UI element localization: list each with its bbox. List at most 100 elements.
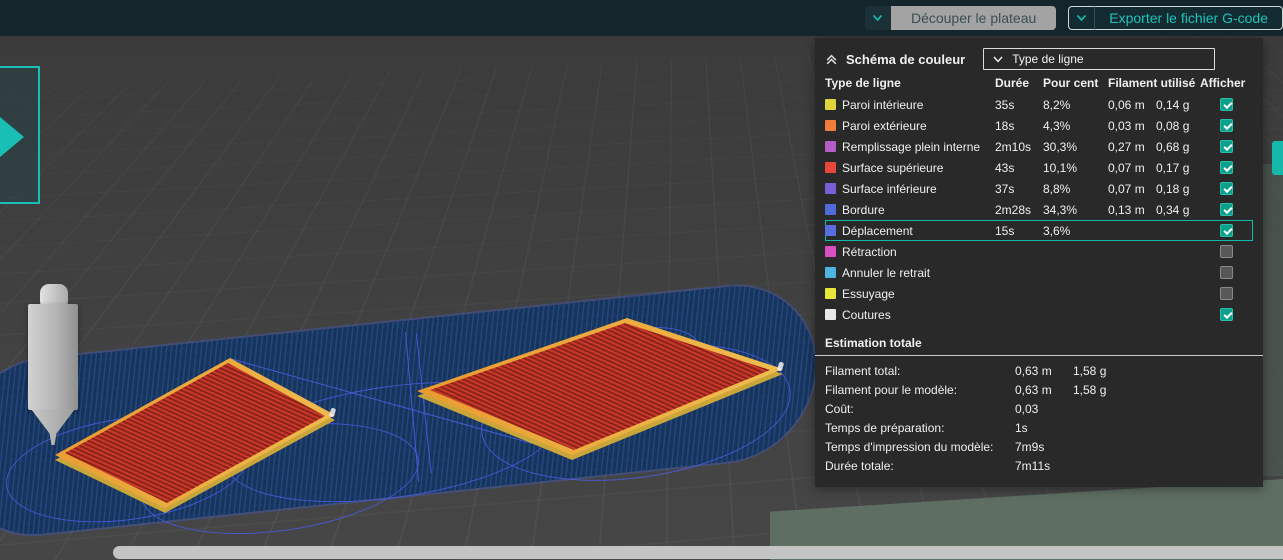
line-type-row[interactable]: Remplissage plein interne 2m10s 30,3% 0,…: [825, 136, 1253, 157]
line-type-row[interactable]: Surface supérieure 43s 10,1% 0,07 m 0,17…: [825, 157, 1253, 178]
totals-row: Filament total: 0,63 m 1,58 g: [825, 361, 1253, 380]
printed-model-right[interactable]: [410, 314, 790, 464]
visibility-checkbox[interactable]: [1220, 182, 1233, 195]
visibility-checkbox[interactable]: [1220, 266, 1233, 279]
line-type-row[interactable]: Paroi intérieure 35s 8,2% 0,06 m 0,14 g: [825, 94, 1253, 115]
line-percent: 10,1%: [1043, 160, 1078, 175]
view-type-value: Type de ligne: [1012, 52, 1084, 66]
slice-button-group: Découper le plateau: [864, 6, 1057, 30]
totals-label: Temps d'impression du modèle:: [825, 439, 994, 454]
totals-value-primary: 7m9s: [1015, 439, 1045, 454]
line-filament-length: 0,06 m: [1108, 97, 1145, 112]
line-type-cell: Rétraction: [825, 245, 995, 259]
column-header-filament: Filament utilisé: [1108, 76, 1196, 90]
collapse-panel-icon[interactable]: [825, 53, 838, 66]
line-type-label: Remplissage plein interne: [842, 139, 981, 154]
panel-header: Schéma de couleur Type de ligne: [825, 46, 1253, 72]
line-type-row[interactable]: Rétraction: [825, 241, 1253, 262]
totals-label: Temps de préparation:: [825, 420, 945, 435]
line-percent: 8,8%: [1043, 181, 1071, 196]
slice-options-chevron-button[interactable]: [864, 6, 891, 30]
view-type-dropdown[interactable]: Type de ligne: [983, 48, 1216, 70]
printed-model-left[interactable]: [50, 354, 350, 519]
column-header-type: Type de ligne: [825, 76, 901, 90]
visibility-checkbox[interactable]: [1220, 224, 1233, 237]
offscreen-object-outline[interactable]: [0, 66, 40, 204]
line-filament-weight: 0,17 g: [1156, 160, 1190, 175]
line-type-row[interactable]: Bordure 2m28s 34,3% 0,13 m 0,34 g: [825, 199, 1253, 220]
visibility-cell: [1200, 287, 1253, 300]
totals-value-primary: 1s: [1015, 420, 1028, 435]
visibility-checkbox[interactable]: [1220, 161, 1233, 174]
line-color-swatch: [825, 183, 836, 194]
visibility-checkbox[interactable]: [1220, 98, 1233, 111]
line-type-row[interactable]: Paroi extérieure 18s 4,3% 0,03 m 0,08 g: [825, 115, 1253, 136]
visibility-checkbox[interactable]: [1220, 119, 1233, 132]
line-type-row[interactable]: Annuler le retrait: [825, 262, 1253, 283]
simulation-path-slider[interactable]: [113, 546, 1283, 559]
panel-title: Schéma de couleur: [846, 51, 966, 67]
totals-value-secondary: 1,58 g: [1073, 363, 1107, 378]
line-duration: 18s: [995, 118, 1015, 133]
totals-row: Temps d'impression du modèle: 7m9s: [825, 437, 1253, 456]
totals-value-secondary: 1,58 g: [1073, 382, 1107, 397]
line-type-row[interactable]: Déplacement 15s 3,6%: [825, 220, 1253, 241]
line-filament-length: 0,27 m: [1108, 139, 1145, 154]
line-type-cell: Surface inférieure: [825, 182, 995, 196]
line-color-swatch: [825, 309, 836, 320]
line-type-label: Surface inférieure: [842, 181, 937, 196]
visibility-checkbox[interactable]: [1220, 308, 1233, 321]
totals-value-primary: 0,63 m: [1015, 382, 1052, 397]
line-duration: 15s: [995, 223, 1015, 238]
slice-plate-button[interactable]: Découper le plateau: [890, 6, 1057, 30]
totals-row: Filament pour le modèle: 0,63 m 1,58 g: [825, 380, 1253, 399]
model-infill-surface: [65, 363, 325, 503]
object-arrow-icon: [0, 112, 24, 162]
line-color-swatch: [825, 141, 836, 152]
column-header-show: Afficher: [1200, 76, 1246, 90]
visibility-cell: [1200, 308, 1253, 321]
visibility-cell: [1200, 182, 1253, 195]
visibility-cell: [1200, 224, 1253, 237]
export-gcode-button[interactable]: Exporter le fichier G-code: [1094, 6, 1283, 30]
visibility-checkbox[interactable]: [1220, 287, 1233, 300]
line-duration: 37s: [995, 181, 1015, 196]
totals-label: Filament total:: [825, 363, 901, 378]
visibility-cell: [1200, 203, 1253, 216]
line-color-swatch: [825, 225, 836, 236]
totals-row: Coût: 0,03: [825, 399, 1253, 418]
line-type-label: Surface supérieure: [842, 160, 944, 175]
line-type-cell: Déplacement: [825, 224, 995, 238]
line-percent: 4,3%: [1043, 118, 1071, 133]
totals-row: Temps de préparation: 1s: [825, 418, 1253, 437]
visibility-cell: [1200, 245, 1253, 258]
visibility-checkbox[interactable]: [1220, 140, 1233, 153]
line-filament-weight: 0,14 g: [1156, 97, 1190, 112]
totals-value-primary: 7m11s: [1015, 458, 1051, 473]
totals-table: Filament total: 0,63 m 1,58 g Filament p…: [825, 361, 1253, 475]
visibility-checkbox[interactable]: [1220, 203, 1233, 216]
line-type-row[interactable]: Surface inférieure 37s 8,8% 0,07 m 0,18 …: [825, 178, 1253, 199]
line-type-cell: Coutures: [825, 308, 995, 322]
line-type-row[interactable]: Essuyage: [825, 283, 1253, 304]
line-type-label: Annuler le retrait: [842, 265, 931, 280]
cura-preview-window: { "topbar": { "slice_button_label": "Déc…: [0, 0, 1283, 560]
printhead-nozzle: [31, 409, 75, 445]
totals-label: Durée totale:: [825, 458, 894, 473]
line-type-label: Essuyage: [842, 286, 895, 301]
line-color-swatch: [825, 120, 836, 131]
line-type-row[interactable]: Coutures: [825, 304, 1253, 325]
chevron-down-icon: [1077, 14, 1087, 22]
layer-slider-handle[interactable]: [1272, 141, 1283, 175]
line-type-cell: Paroi extérieure: [825, 119, 995, 133]
chevron-down-icon: [993, 56, 1003, 63]
line-percent: 8,2%: [1043, 97, 1071, 112]
line-filament-length: 0,03 m: [1108, 118, 1145, 133]
column-header-percent: Pour cent: [1043, 76, 1099, 90]
line-type-cell: Paroi intérieure: [825, 98, 995, 112]
line-filament-weight: 0,18 g: [1156, 181, 1190, 196]
visibility-checkbox[interactable]: [1220, 245, 1233, 258]
export-options-chevron-button[interactable]: [1068, 6, 1095, 30]
totals-separator: [815, 355, 1263, 356]
totals-value-primary: 0,63 m: [1015, 363, 1052, 378]
